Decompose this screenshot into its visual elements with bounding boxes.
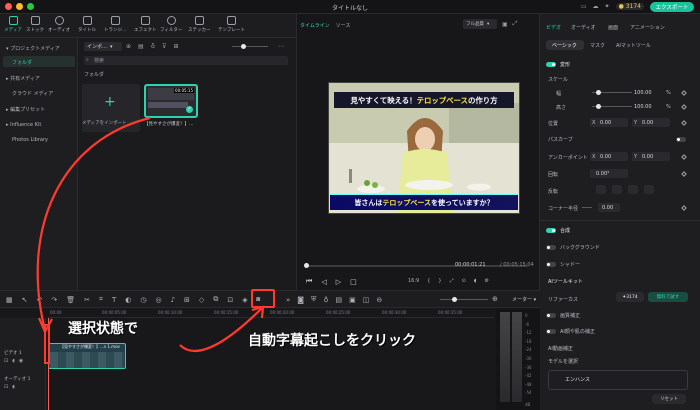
auto-caption-highlight	[251, 289, 275, 308]
clip-highlight	[44, 324, 50, 364]
annotation-auto-caption: 自動字幕起こしをクリック	[248, 333, 416, 349]
annotation-select-state: 選択状態で	[68, 321, 138, 337]
